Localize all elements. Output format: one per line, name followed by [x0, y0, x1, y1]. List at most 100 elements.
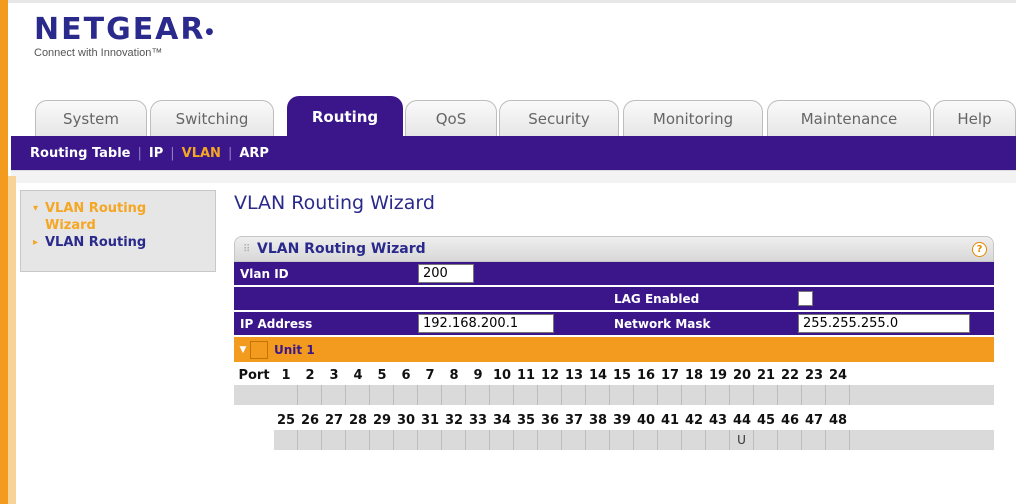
ip-address-input[interactable] — [418, 314, 554, 333]
subnav-separator: | — [227, 145, 233, 161]
subnav-separator: | — [137, 145, 142, 161]
port-number: 23 — [804, 368, 824, 383]
port-47-status[interactable] — [802, 430, 826, 450]
port-15-status[interactable] — [610, 385, 634, 405]
port-number: 7 — [425, 368, 435, 383]
subnav-routing-table[interactable]: Routing Table — [30, 146, 131, 161]
brand-name: NETGEAR — [34, 12, 206, 47]
tab-switching[interactable]: Switching — [150, 100, 274, 136]
port-14-status[interactable] — [586, 385, 610, 405]
port-number: 4 — [353, 368, 363, 383]
unit-select-box[interactable] — [250, 340, 268, 359]
port-16-status[interactable] — [634, 385, 658, 405]
network-mask-input[interactable] — [798, 314, 970, 333]
port-31-status[interactable] — [418, 430, 442, 450]
port-number: 28 — [348, 413, 368, 428]
port-32-status[interactable] — [442, 430, 466, 450]
side-menu-item-vlan-routing[interactable]: ▸ VLAN Routing — [33, 234, 215, 251]
port-44-status[interactable]: U — [730, 430, 754, 450]
port-45-status[interactable] — [754, 430, 778, 450]
port-8-status[interactable] — [442, 385, 466, 405]
ip-address-row: IP Address Network Mask — [234, 312, 994, 337]
port-42-status[interactable] — [682, 430, 706, 450]
port-7-status[interactable] — [418, 385, 442, 405]
tab-security[interactable]: Security — [499, 100, 619, 136]
subnav-arp[interactable]: ARP — [239, 146, 269, 161]
port-46-status[interactable] — [778, 430, 802, 450]
expand-arrow-icon[interactable]: ▼ — [236, 345, 250, 355]
port-10-status[interactable] — [490, 385, 514, 405]
side-menu-item-label: VLAN Routing — [45, 235, 147, 250]
subnav-vlan[interactable]: VLAN — [182, 146, 221, 161]
tab-monitoring[interactable]: Monitoring — [623, 100, 763, 136]
port-18-status[interactable] — [682, 385, 706, 405]
port-20-status[interactable] — [730, 385, 754, 405]
port-12-status[interactable] — [538, 385, 562, 405]
chevron-down-icon: ▾ — [33, 203, 39, 214]
vlan-id-input[interactable] — [418, 264, 474, 283]
port-number: 42 — [684, 413, 704, 428]
port-41-status[interactable] — [658, 430, 682, 450]
tab-routing[interactable]: Routing — [287, 96, 403, 136]
port-28-status[interactable] — [346, 430, 370, 450]
lag-enabled-checkbox[interactable] — [798, 291, 813, 306]
subnav-ip[interactable]: IP — [149, 146, 163, 161]
port-23-status[interactable] — [802, 385, 826, 405]
port-9-status[interactable] — [466, 385, 490, 405]
vlan-id-label: Vlan ID — [240, 266, 289, 281]
port-29-status[interactable] — [370, 430, 394, 450]
port-24-status[interactable] — [826, 385, 850, 405]
port-37-status[interactable] — [562, 430, 586, 450]
port-2-status[interactable] — [298, 385, 322, 405]
content-top-strip — [11, 170, 1016, 183]
port-3-status[interactable] — [322, 385, 346, 405]
port-33-status[interactable] — [466, 430, 490, 450]
port-1-status[interactable] — [274, 385, 298, 405]
port-number: 20 — [732, 368, 752, 383]
port-22-status[interactable] — [778, 385, 802, 405]
brand-dot-icon: ● — [205, 27, 216, 37]
port-34-status[interactable] — [490, 430, 514, 450]
help-icon[interactable]: ? — [972, 242, 987, 257]
port-number: 24 — [828, 368, 848, 383]
side-menu-item-vlan-routing-wizard[interactable]: ▾ VLAN Routing Wizard — [33, 200, 215, 234]
port-5-status[interactable] — [370, 385, 394, 405]
left-accent-bar — [0, 0, 8, 504]
port-number: 3 — [329, 368, 339, 383]
page-title: VLAN Routing Wizard — [234, 192, 435, 214]
port-36-status[interactable] — [538, 430, 562, 450]
port-38-status[interactable] — [586, 430, 610, 450]
port-40-status[interactable] — [634, 430, 658, 450]
port-21-status[interactable] — [754, 385, 778, 405]
port-17-status[interactable] — [658, 385, 682, 405]
port-4-status[interactable] — [346, 385, 370, 405]
port-number: 27 — [324, 413, 344, 428]
port-6-status[interactable] — [394, 385, 418, 405]
port-26-status[interactable] — [298, 430, 322, 450]
port-48-status[interactable] — [826, 430, 850, 450]
port-25-status[interactable] — [274, 430, 298, 450]
panel-header: ⠿ VLAN Routing Wizard ? — [234, 236, 994, 262]
port-35-status[interactable] — [514, 430, 538, 450]
port-label: Port — [238, 368, 270, 383]
port-30-status[interactable] — [394, 430, 418, 450]
tab-system[interactable]: System — [35, 100, 147, 136]
port-number: 48 — [828, 413, 848, 428]
port-27-status[interactable] — [322, 430, 346, 450]
port-number: 30 — [396, 413, 416, 428]
ip-address-label: IP Address — [240, 316, 313, 331]
unit-label: Unit 1 — [274, 342, 315, 357]
tab-qos[interactable]: QoS — [405, 100, 497, 136]
tab-maintenance[interactable]: Maintenance — [767, 100, 931, 136]
port-number: 36 — [540, 413, 560, 428]
main-tabs: System Switching Routing QoS Security Monitor… — [35, 96, 1016, 138]
port-43-status[interactable] — [706, 430, 730, 450]
port-13-status[interactable] — [562, 385, 586, 405]
port-39-status[interactable] — [610, 430, 634, 450]
port-19-status[interactable] — [706, 385, 730, 405]
tab-help[interactable]: Help — [933, 100, 1016, 136]
lag-enabled-label: LAG Enabled — [614, 291, 700, 306]
port-number: 41 — [660, 413, 680, 428]
port-number: 38 — [588, 413, 608, 428]
port-11-status[interactable] — [514, 385, 538, 405]
